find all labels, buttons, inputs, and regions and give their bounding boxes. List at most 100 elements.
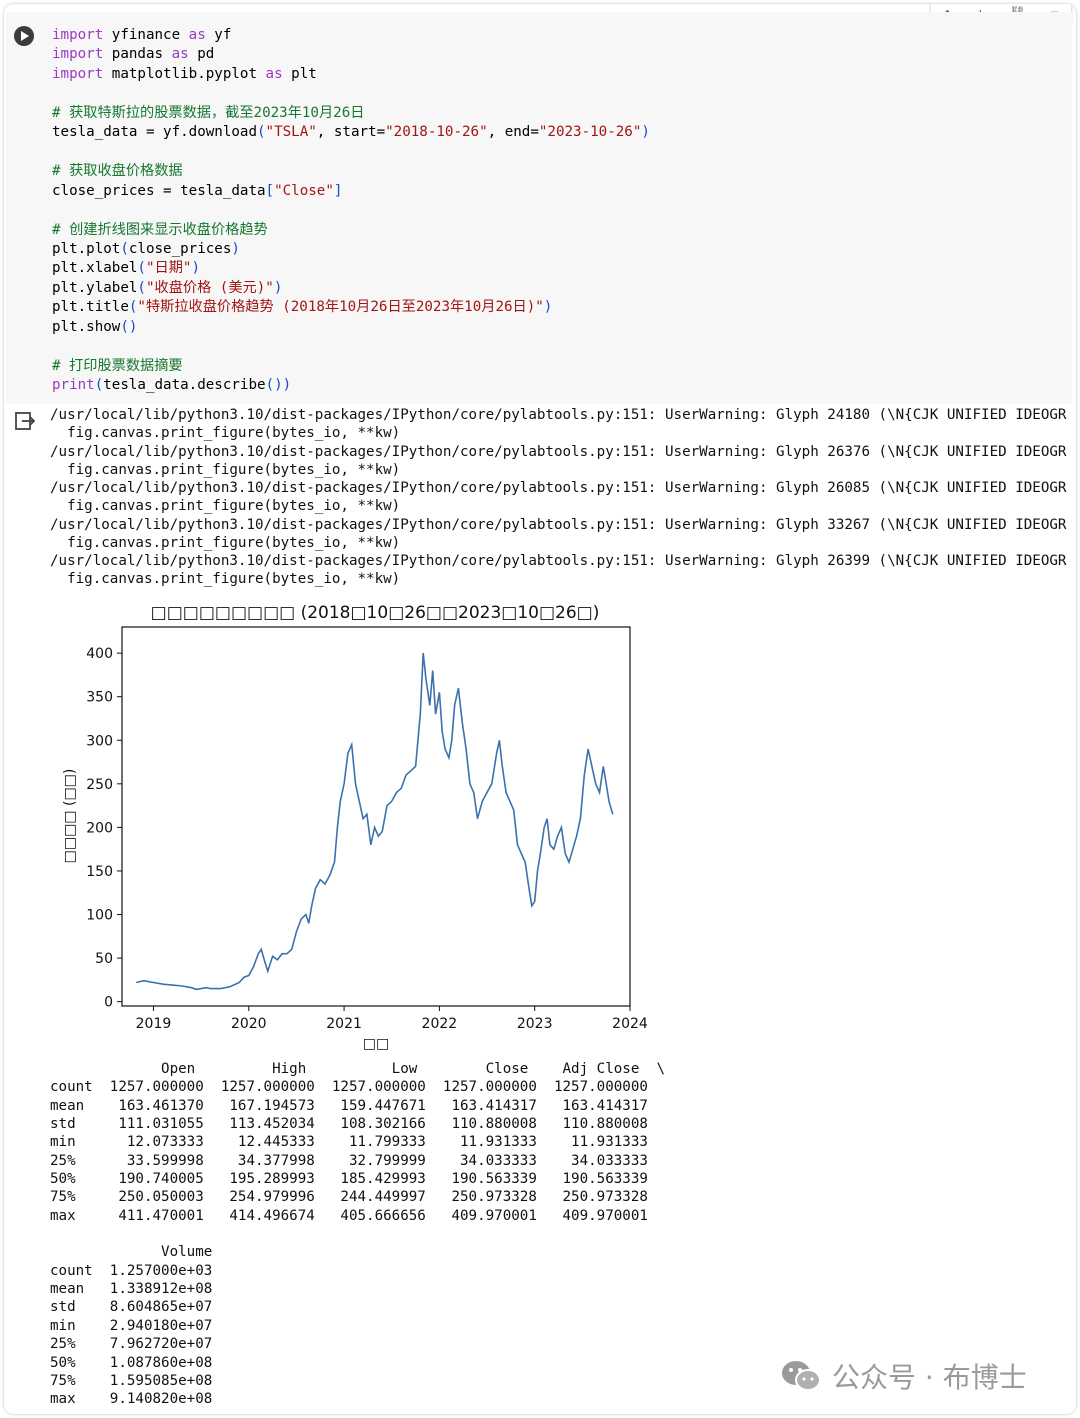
code-editor[interactable]: import yfinance as yf import pandas as p…	[52, 26, 650, 396]
y-axis: 0 50 100 150 200 250 300 350 400	[86, 646, 122, 1011]
code-token: # 创建折线图来显示收盘价格趋势	[52, 221, 268, 238]
code-line: plt.xlabel("日期")	[52, 260, 200, 276]
code-token: tesla_data = yf.download	[52, 124, 257, 141]
code-line: plt.ylabel("收盘价格 (美元)")	[52, 280, 282, 296]
code-token: )	[282, 377, 292, 394]
output-clear-icon[interactable]	[14, 410, 36, 432]
code-line: import yfinance as yf	[52, 27, 231, 43]
stderr-line: fig.canvas.print_figure(bytes_io, **kw)	[50, 498, 401, 515]
code-token: plt.plot	[52, 240, 121, 257]
stderr-line: /usr/local/lib/python3.10/dist-packages/…	[50, 553, 1067, 569]
code-token: (	[137, 260, 146, 277]
watermark: 公众号 · 布博士	[780, 1356, 1027, 1396]
code-token: (	[137, 279, 146, 296]
code-token: )	[231, 240, 240, 257]
x-tick-label: 2021	[326, 1016, 362, 1032]
y-tick-label: 150	[86, 864, 113, 880]
watermark-text: 公众号 · 布博士	[832, 1361, 1027, 1394]
stderr-output: /usr/local/lib/python3.10/dist-packages/…	[50, 406, 1076, 589]
code-token: "特斯拉收盘价格趋势 (2018年10月26日至2023年10月26日)"	[137, 299, 544, 316]
code-line: close_prices = tesla_data["Close"]	[52, 183, 342, 199]
code-token: ()	[120, 318, 138, 335]
code-token: , start=	[316, 124, 386, 141]
code-token: "TSLA"	[265, 124, 317, 141]
play-icon	[21, 31, 29, 41]
y-tick-label: 0	[104, 995, 113, 1011]
code-token: )	[273, 279, 283, 296]
code-token: yf	[205, 27, 232, 43]
code-token: # 获取特斯拉的股票数据，截至2023年10月26日	[52, 104, 365, 121]
stderr-line: fig.canvas.print_figure(bytes_io, **kw)	[50, 425, 401, 442]
code-cell[interactable]: import yfinance as yf import pandas as p…	[6, 12, 1072, 404]
code-token: "收盘价格 (美元)"	[145, 279, 274, 296]
code-token: , end=	[487, 124, 539, 141]
matplotlib-figure: □□□□□□□□□ (2018□10□26□□2023□10□26□) 0 50 1…	[62, 603, 648, 1052]
code-token: tesla_data.describe	[103, 377, 266, 394]
code-line: import matplotlib.pyplot as plt	[52, 66, 317, 82]
code-token: plt	[282, 65, 317, 82]
stderr-line: /usr/local/lib/python3.10/dist-packages/…	[50, 516, 1067, 533]
y-tick-label: 400	[86, 646, 113, 662]
y-tick-label: 350	[86, 690, 113, 706]
x-tick-label: 2019	[136, 1016, 172, 1032]
code-token: "2023-10-26"	[538, 124, 642, 141]
x-tick-label: 2023	[517, 1016, 553, 1032]
code-token: (	[94, 377, 104, 394]
x-tick-label: 2020	[231, 1016, 267, 1032]
code-token: )	[641, 124, 650, 141]
y-tick-label: 50	[95, 951, 113, 967]
code-token: pd	[188, 46, 215, 63]
code-token: pandas	[103, 46, 172, 63]
code-token: import	[52, 27, 104, 43]
x-tick-label: 2024	[612, 1016, 648, 1032]
code-line: plt.title("特斯拉收盘价格趋势 (2018年10月26日至2023年1…	[52, 299, 552, 315]
code-token: plt.title	[52, 299, 129, 316]
code-token: (	[120, 240, 129, 257]
x-axis: 2019 2020 2021 2022 2023 2024	[136, 1006, 648, 1032]
notebook-frame: ↑ ↓ ⛓ ▭ import yfinance as yf import pan…	[4, 4, 1076, 1414]
describe-output: Open High Low Close Adj Close \ count 12…	[50, 1061, 665, 1408]
code-token: plt.xlabel	[52, 260, 138, 277]
code-line: # 创建折线图来显示收盘价格趋势	[52, 222, 268, 238]
code-token: ]	[333, 182, 343, 199]
code-token: close_prices	[128, 240, 232, 257]
code-token: (	[257, 124, 266, 141]
code-token: "Close"	[274, 182, 334, 199]
stderr-line: /usr/local/lib/python3.10/dist-packages/…	[50, 480, 1067, 496]
code-token: import	[52, 65, 104, 82]
code-line: tesla_data = yf.download("TSLA", start="…	[52, 124, 650, 140]
code-token: plt.ylabel	[52, 279, 138, 296]
code-token: as	[265, 65, 283, 82]
stderr-line: fig.canvas.print_figure(bytes_io, **kw)	[50, 461, 401, 478]
chart-title: □□□□□□□□□ (2018□10□26□□2023□10□26□)	[151, 603, 600, 623]
run-cell-button[interactable]	[14, 26, 34, 46]
stderr-line: /usr/local/lib/python3.10/dist-packages/…	[50, 443, 1067, 460]
code-token: # 打印股票数据摘要	[52, 357, 183, 374]
code-token: "2018-10-26"	[385, 124, 488, 141]
plot-frame	[121, 626, 631, 1007]
code-token: plt.show	[52, 318, 121, 335]
x-tick-label: 2022	[422, 1016, 458, 1032]
code-token: # 获取收盘价格数据	[52, 163, 183, 180]
y-tick-label: 250	[86, 777, 113, 793]
stderr-line: /usr/local/lib/python3.10/dist-packages/…	[50, 407, 1067, 423]
code-token: )	[543, 299, 553, 316]
code-line: plt.plot(close_prices)	[52, 241, 240, 257]
code-token: import	[52, 46, 104, 63]
code-line: plt.show()	[52, 319, 137, 335]
code-token: as	[171, 46, 189, 63]
code-token: "日期"	[145, 260, 192, 277]
y-tick-label: 200	[86, 820, 113, 836]
y-tick-label: 100	[86, 908, 113, 924]
code-token: yfinance	[103, 27, 189, 43]
code-line: # 获取特斯拉的股票数据，截至2023年10月26日	[52, 105, 364, 121]
code-token: )	[191, 260, 200, 277]
code-line: # 获取收盘价格数据	[52, 163, 183, 179]
code-token: ()	[265, 377, 283, 394]
stderr-line: fig.canvas.print_figure(bytes_io, **kw)	[50, 571, 401, 588]
code-token: close_prices = tesla_data	[52, 182, 266, 199]
stderr-line: fig.canvas.print_figure(bytes_io, **kw)	[50, 534, 401, 551]
x-axis-label: □□	[363, 1036, 389, 1052]
y-axis-label: □□□□ (□□)	[62, 769, 78, 864]
code-token: matplotlib.pyplot	[103, 65, 266, 82]
